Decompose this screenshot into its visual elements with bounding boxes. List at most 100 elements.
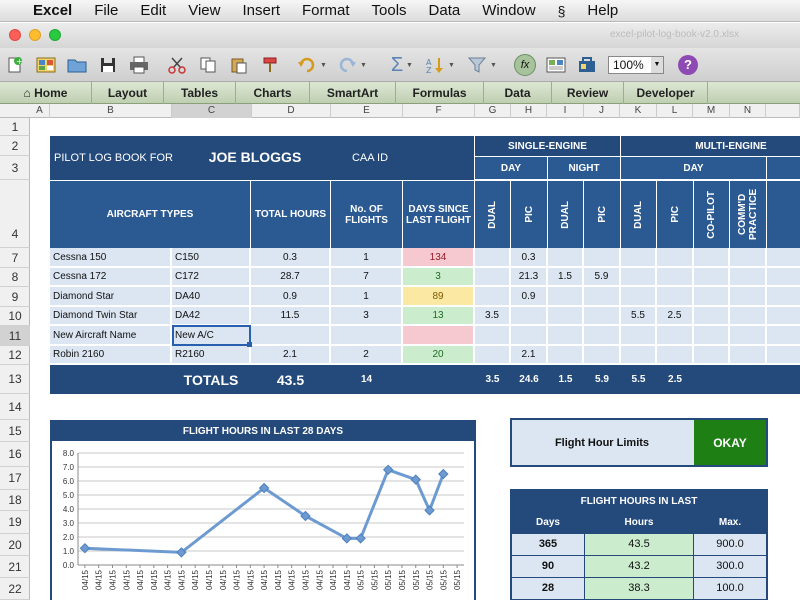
log-cell-empty[interactable]: [694, 346, 729, 364]
menu-insert[interactable]: Insert: [231, 2, 291, 19]
new-icon[interactable]: +: [4, 54, 26, 76]
row-header[interactable]: 16: [0, 442, 30, 467]
log-cell-empty[interactable]: [694, 307, 729, 325]
undo-icon[interactable]: [296, 54, 318, 76]
worksheet[interactable]: PILOT LOG BOOK FOR JOE BLOGGS CAA ID SIN…: [30, 118, 800, 600]
column-header[interactable]: D: [252, 104, 331, 118]
templates-icon[interactable]: [35, 54, 57, 76]
close-window-button[interactable]: [9, 29, 21, 41]
log-cell-total[interactable]: 28.7: [251, 268, 330, 286]
tab-charts[interactable]: Charts: [236, 82, 310, 104]
log-cell-name[interactable]: Diamond Twin Star: [50, 307, 171, 325]
log-cell-empty[interactable]: [767, 326, 800, 345]
row-header[interactable]: 1: [0, 118, 30, 136]
log-cell-empty[interactable]: [730, 287, 766, 306]
tab-home[interactable]: ⌂ Home: [0, 82, 92, 104]
script-menu-icon[interactable]: §: [547, 3, 577, 19]
log-cell-flights[interactable]: 3: [331, 307, 402, 325]
log-cell-se-day-dual[interactable]: [475, 346, 510, 364]
row-header[interactable]: 13: [0, 365, 30, 394]
log-cell-empty[interactable]: [694, 287, 729, 306]
log-cell-days[interactable]: 134: [403, 248, 474, 267]
log-cell-me-day-pic[interactable]: [657, 248, 693, 267]
column-header[interactable]: M: [693, 104, 730, 118]
tab-tables[interactable]: Tables: [164, 82, 236, 104]
log-cell-me-day-dual[interactable]: 5.5: [621, 307, 656, 325]
tab-formulas[interactable]: Formulas: [396, 82, 484, 104]
log-cell-code[interactable]: R2160: [172, 346, 250, 364]
log-cell-se-night-pic[interactable]: [584, 307, 620, 325]
column-header[interactable]: J: [584, 104, 620, 118]
log-cell-name[interactable]: Diamond Star: [50, 287, 171, 306]
column-header[interactable]: H: [511, 104, 547, 118]
tab-smartart[interactable]: SmartArt: [310, 82, 396, 104]
menu-help[interactable]: Help: [576, 2, 629, 19]
menu-file[interactable]: File: [83, 2, 129, 19]
log-cell-se-day-pic[interactable]: [511, 307, 547, 325]
row-header[interactable]: 8: [0, 268, 30, 287]
undo-dropdown-icon[interactable]: ▼: [320, 62, 327, 69]
tab-review[interactable]: Review: [552, 82, 624, 104]
toolbox-icon[interactable]: [576, 54, 598, 76]
menu-view[interactable]: View: [177, 2, 231, 19]
function-icon[interactable]: fx: [514, 54, 536, 76]
log-cell-se-day-dual[interactable]: [475, 287, 510, 306]
log-cell-empty[interactable]: [767, 248, 800, 267]
log-cell-me-day-dual[interactable]: [621, 326, 656, 345]
row-header[interactable]: 15: [0, 420, 30, 442]
log-cell-me-day-pic[interactable]: 2.5: [657, 307, 693, 325]
tab-layout[interactable]: Layout: [92, 82, 164, 104]
log-cell-se-night-dual[interactable]: [548, 287, 583, 306]
log-cell-flights[interactable]: 2: [331, 346, 402, 364]
log-cell-empty[interactable]: [694, 326, 729, 345]
log-cell-flights[interactable]: 7: [331, 268, 402, 286]
sort-icon[interactable]: AZ: [424, 54, 446, 76]
log-cell-total[interactable]: 11.5: [251, 307, 330, 325]
cut-icon[interactable]: [166, 54, 188, 76]
minimize-window-button[interactable]: [29, 29, 41, 41]
log-cell-se-day-pic[interactable]: 0.9: [511, 287, 547, 306]
row-header[interactable]: 22: [0, 578, 30, 600]
row-header[interactable]: 20: [0, 534, 30, 556]
log-cell-name[interactable]: Cessna 172: [50, 268, 171, 286]
column-header[interactable]: K: [620, 104, 657, 118]
log-cell-se-day-dual[interactable]: [475, 248, 510, 267]
pilot-name[interactable]: JOE BLOGGS: [200, 147, 310, 167]
paste-icon[interactable]: [228, 54, 250, 76]
log-cell-days[interactable]: 20: [403, 346, 474, 364]
log-cell-name[interactable]: Cessna 150: [50, 248, 171, 267]
log-cell-me-day-pic[interactable]: [657, 268, 693, 286]
log-cell-se-day-pic[interactable]: [511, 326, 547, 345]
zoom-dropdown-icon[interactable]: ▼: [651, 57, 663, 73]
log-cell-empty[interactable]: [730, 307, 766, 325]
log-cell-days[interactable]: 3: [403, 268, 474, 286]
log-cell-code[interactable]: DA40: [172, 287, 250, 306]
gallery-icon[interactable]: [545, 54, 567, 76]
log-cell-flights[interactable]: [331, 326, 402, 345]
log-cell-empty[interactable]: [767, 307, 800, 325]
log-cell-se-day-pic[interactable]: 21.3: [511, 268, 547, 286]
log-cell-se-night-pic[interactable]: [584, 287, 620, 306]
log-cell-se-night-pic[interactable]: [584, 346, 620, 364]
log-cell-empty[interactable]: [730, 248, 766, 267]
log-cell-code[interactable]: DA42: [172, 307, 250, 325]
column-header[interactable]: A: [30, 104, 50, 118]
menu-data[interactable]: Data: [418, 2, 472, 19]
save-icon[interactable]: [97, 54, 119, 76]
sort-dropdown-icon[interactable]: ▼: [448, 62, 455, 69]
log-cell-code[interactable]: C172: [172, 268, 250, 286]
print-icon[interactable]: [128, 54, 150, 76]
column-header[interactable]: N: [730, 104, 766, 118]
log-cell-name[interactable]: Robin 2160: [50, 346, 171, 364]
log-cell-me-day-pic[interactable]: [657, 326, 693, 345]
log-cell-days[interactable]: 89: [403, 287, 474, 306]
log-cell-se-day-dual[interactable]: 3.5: [475, 307, 510, 325]
log-cell-me-day-dual[interactable]: [621, 268, 656, 286]
log-cell-total[interactable]: 0.3: [251, 248, 330, 267]
open-icon[interactable]: [66, 54, 88, 76]
log-cell-empty[interactable]: [730, 346, 766, 364]
log-cell-se-night-pic[interactable]: 5.9: [584, 268, 620, 286]
log-cell-empty[interactable]: [767, 346, 800, 364]
row-header[interactable]: 7: [0, 248, 30, 268]
column-header[interactable]: L: [657, 104, 693, 118]
